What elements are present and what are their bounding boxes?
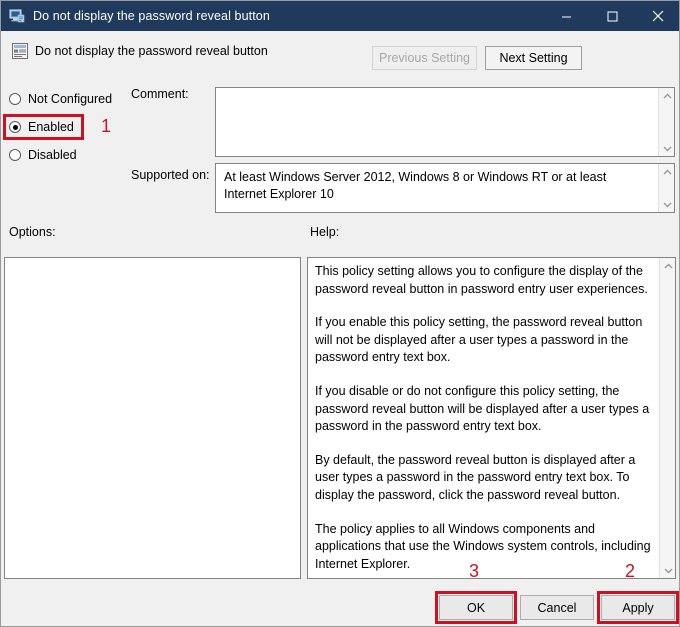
window-title: Do not display the password reveal butto… (33, 9, 270, 23)
close-button[interactable] (635, 1, 679, 31)
radio-disabled-label: Disabled (28, 148, 77, 162)
comment-scrollbar[interactable] (658, 88, 674, 156)
apply-button[interactable]: Apply (601, 595, 675, 620)
radio-not-configured-mark (9, 93, 21, 105)
chevron-down-icon[interactable] (659, 140, 675, 156)
maximize-button[interactable] (589, 1, 635, 31)
minimize-icon (561, 16, 571, 17)
help-paragraph: If you enable this policy setting, the p… (315, 315, 643, 365)
computer-policy-icon (9, 8, 25, 24)
help-paragraph: The policy applies to all Windows compon… (315, 521, 651, 571)
chevron-down-icon[interactable] (660, 562, 676, 578)
ok-button[interactable]: OK (439, 595, 513, 620)
maximize-icon (607, 11, 617, 21)
policy-setting-icon (11, 42, 29, 60)
supported-on-label: Supported on: (131, 168, 210, 182)
options-label: Options: (9, 225, 56, 239)
next-setting-button[interactable]: Next Setting (485, 46, 582, 70)
chevron-down-icon[interactable] (659, 196, 675, 212)
previous-setting-button[interactable]: Previous Setting (372, 46, 477, 70)
title-bar: Do not display the password reveal butto… (1, 1, 679, 31)
annotation-step-1: 1 (101, 116, 112, 136)
radio-not-configured-label: Not Configured (28, 92, 113, 106)
supported-on-field[interactable]: At least Windows Server 2012, Windows 8 … (215, 163, 675, 213)
help-paragraph: By default, the password reveal button i… (315, 452, 636, 502)
help-paragraph: If you disable or do not configure this … (315, 383, 650, 434)
radio-enabled[interactable]: Enabled (9, 118, 74, 136)
radio-enabled-label: Enabled (28, 120, 74, 134)
close-icon (652, 10, 664, 22)
help-label: Help: (310, 225, 340, 239)
radio-enabled-mark (9, 121, 21, 133)
radio-not-configured[interactable]: Not Configured (9, 90, 112, 108)
options-panel[interactable] (4, 257, 301, 579)
help-scrollbar[interactable] (659, 258, 675, 578)
help-panel: This policy setting allows you to config… (307, 257, 676, 579)
setting-title: Do not display the password reveal butto… (35, 44, 268, 58)
help-text: This policy setting allows you to config… (315, 263, 653, 573)
help-paragraph: This policy setting allows you to config… (315, 264, 648, 296)
chevron-up-icon[interactable] (659, 164, 675, 180)
radio-disabled-mark (9, 149, 21, 161)
minimize-button[interactable] (543, 1, 589, 31)
radio-disabled[interactable]: Disabled (9, 146, 77, 164)
comment-input[interactable] (215, 87, 675, 157)
group-policy-setting-dialog: Do not display the password reveal butto… (0, 0, 680, 627)
supported-on-scrollbar[interactable] (658, 164, 674, 212)
chevron-up-icon[interactable] (659, 88, 675, 104)
chevron-up-icon[interactable] (660, 258, 676, 274)
cancel-button[interactable]: Cancel (520, 595, 594, 620)
supported-on-value: At least Windows Server 2012, Windows 8 … (224, 170, 607, 201)
comment-label: Comment: (131, 87, 189, 101)
